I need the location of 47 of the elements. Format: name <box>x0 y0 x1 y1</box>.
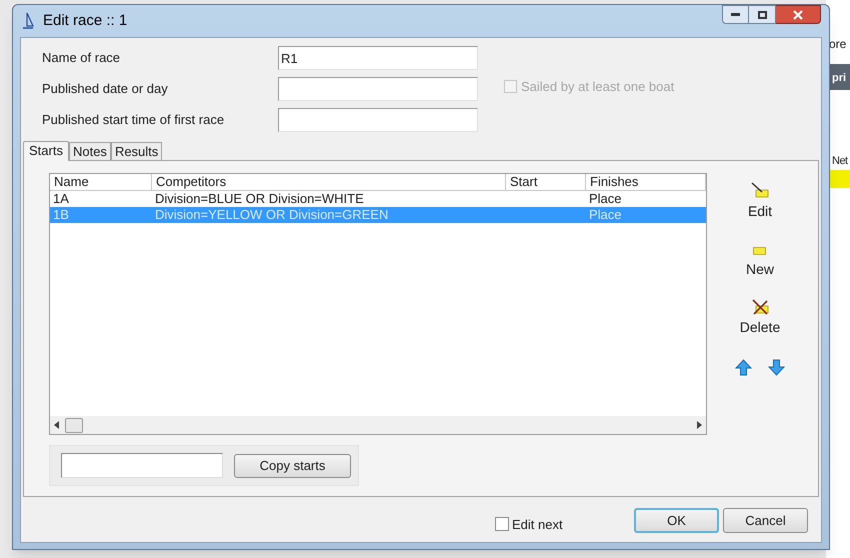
table-cell-text: Place <box>588 207 623 223</box>
field-label: Published date or day <box>42 80 169 98</box>
field-label: Published start time of first race <box>42 111 226 130</box>
dialog-button[interactable]: Cancel <box>723 508 808 533</box>
tab[interactable]: Notes <box>68 142 111 160</box>
text-field[interactable]: R1 <box>278 46 478 70</box>
close-icon <box>793 10 803 20</box>
down-arrow-icon[interactable] <box>768 359 785 376</box>
background-text: Net <box>832 154 848 169</box>
ruler-cross-icon <box>750 297 770 315</box>
sailboat-icon <box>21 12 35 30</box>
table-cell-text: 1A <box>52 191 70 207</box>
delete-button[interactable]: Delete <box>740 297 780 355</box>
background-text: ore <box>829 36 846 53</box>
maximize-button[interactable] <box>749 5 776 24</box>
column-header[interactable]: Name <box>50 174 152 190</box>
horizontal-scrollbar[interactable] <box>50 416 706 434</box>
text-field[interactable] <box>278 108 478 132</box>
checkbox-label: Edit next <box>512 516 563 534</box>
field-label: Name of race <box>42 49 122 68</box>
text-field[interactable] <box>278 77 478 101</box>
column-header[interactable]: Finishes <box>586 174 706 190</box>
table-cell-text: 1B <box>52 207 70 223</box>
dialog-button[interactable]: OK <box>634 508 719 533</box>
scroll-left-icon[interactable] <box>54 421 59 429</box>
column-header[interactable]: Start <box>506 174 586 190</box>
minimize-button[interactable] <box>722 5 749 24</box>
checkbox-label: Sailed by at least one boat <box>521 78 674 96</box>
copy-input-field[interactable] <box>61 453 223 478</box>
checkbox[interactable] <box>495 517 509 532</box>
table-cell-text: Division=BLUE OR Division=WHITE <box>154 191 365 207</box>
new-button[interactable]: New <box>746 239 774 297</box>
background-text: pri <box>832 71 846 86</box>
edit-button[interactable]: Edit <box>748 181 772 239</box>
ruler-icon <box>753 247 766 255</box>
table-cell-text: Division=YELLOW OR Division=GREEN <box>154 207 390 223</box>
window-title: Edit race :: 1 <box>43 10 128 31</box>
column-header[interactable]: Competitors <box>152 174 506 190</box>
close-button[interactable] <box>776 5 821 24</box>
copy-starts-button[interactable]: Copy starts <box>234 454 351 478</box>
tab[interactable]: Results <box>110 142 162 160</box>
tab[interactable]: Starts <box>23 141 69 161</box>
table-cell-text: Place <box>588 191 623 207</box>
up-arrow-icon[interactable] <box>735 359 752 376</box>
pencil-ruler-icon <box>750 181 770 199</box>
scroll-right-icon[interactable] <box>697 421 702 429</box>
scroll-thumb[interactable] <box>65 418 83 432</box>
